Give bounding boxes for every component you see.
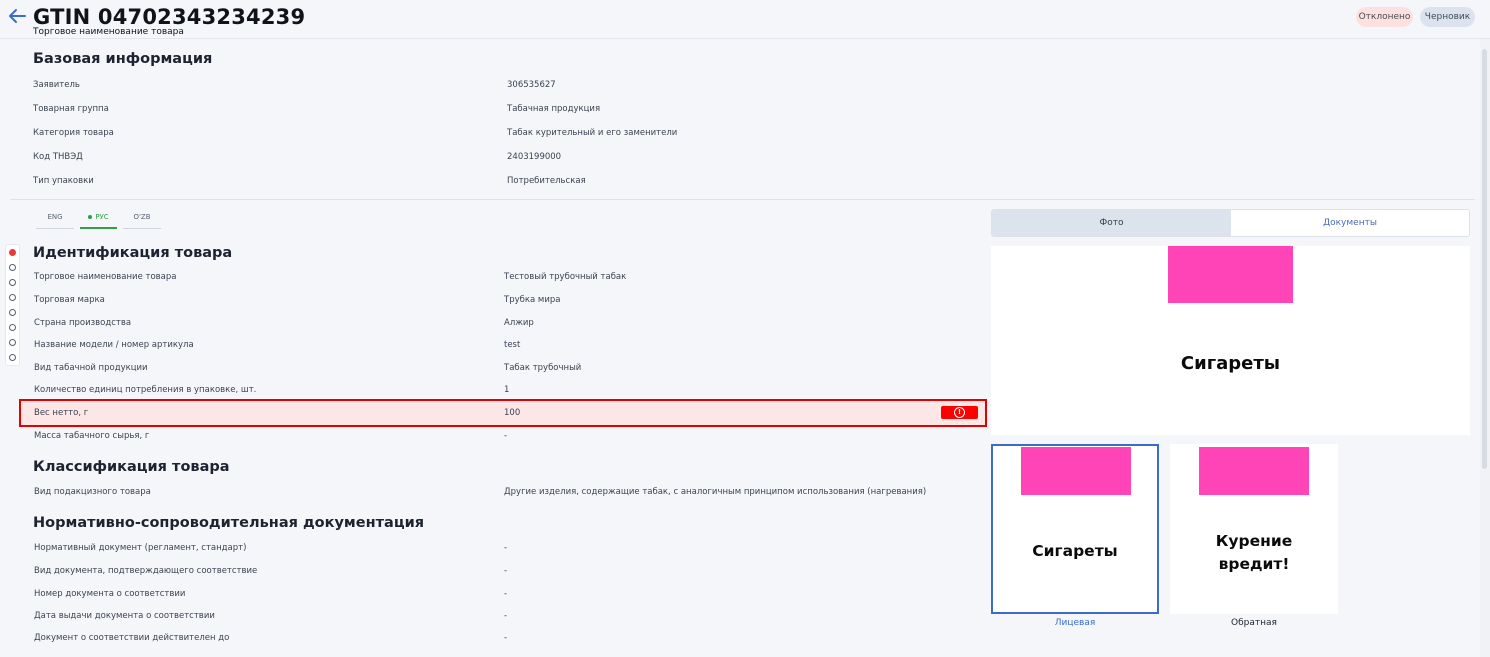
identification-label: Масса табачного сырья, г <box>34 431 150 441</box>
documentation-label: Вид документа, подтверждающего соответст… <box>34 566 258 576</box>
thumbnail-front-caption[interactable]: Лицевая <box>991 618 1159 628</box>
header-bar: GTIN 04702343234239 Торговое наименовани… <box>0 0 1490 39</box>
preview-pack-text: Сигареты <box>1180 353 1281 374</box>
page-title: GTIN 04702343234239 <box>33 5 306 29</box>
tab-lang-uzb[interactable]: O'ZB <box>123 209 161 229</box>
basic-info-title: Базовая информация <box>33 51 213 67</box>
identification-value: Трубка мира <box>504 295 561 305</box>
classification-label: Вид подакцизного товара <box>34 487 151 497</box>
arrow-left-icon[interactable] <box>6 5 28 27</box>
classification-value: Другие изделия, содержащие табак, с анал… <box>504 487 927 497</box>
basic-info-value: 2403199000 <box>507 152 562 162</box>
thumbnail-back-text: Курение вредит! <box>1215 532 1293 573</box>
section-divider <box>10 199 1475 200</box>
page-subtitle: Торговое наименование товара <box>33 27 184 37</box>
identification-value: Тестовый трубочный табак <box>504 272 627 282</box>
basic-info-value: Потребительская <box>507 176 586 186</box>
documentation-label: Нормативный документ (регламент, стандар… <box>34 543 247 553</box>
tab-lang-rus[interactable]: РУС <box>80 209 117 229</box>
step-dot-8[interactable] <box>9 354 16 361</box>
documentation-title: Нормативно-сопроводительная документация <box>33 515 425 531</box>
identification-value: - <box>504 431 508 441</box>
pack-pink-band <box>1168 246 1293 303</box>
documentation-label: Документ о соответствии действителен до <box>34 633 230 643</box>
page-scrollbar[interactable] <box>1480 39 1490 657</box>
photo-preview: Сигареты <box>991 246 1470 435</box>
scrollbar-thumb[interactable] <box>1482 49 1487 469</box>
identification-value: 1 <box>504 385 510 395</box>
tab-lang-rus-label: РУС <box>95 213 109 221</box>
basic-info-label: Товарная группа <box>33 104 109 114</box>
basic-info-label: Заявитель <box>33 80 80 90</box>
basic-info-value: Табачная продукция <box>507 104 601 114</box>
basic-info-label: Код ТНВЭД <box>33 152 83 162</box>
tab-documents[interactable]: Документы <box>1231 210 1469 236</box>
documentation-value: - <box>504 589 508 599</box>
pack-pink-band <box>1199 447 1309 495</box>
identification-label-error: Вес нетто, г <box>34 408 89 418</box>
error-row-net-weight <box>19 399 987 427</box>
documentation-value: - <box>504 543 508 553</box>
step-dot-2[interactable] <box>9 264 16 271</box>
error-indicator-button[interactable]: ! <box>941 406 978 419</box>
identification-value: test <box>504 340 521 350</box>
status-badge-draft: Черновик <box>1420 7 1475 27</box>
basic-info-value: 306535627 <box>507 80 556 90</box>
documentation-label: Номер документа о соответствии <box>34 589 186 599</box>
documentation-value: - <box>504 633 508 643</box>
identification-label: Количество единиц потребления в упаковке… <box>34 385 257 395</box>
step-dot-3[interactable] <box>9 279 16 286</box>
documentation-value: - <box>504 611 508 621</box>
thumbnail-front[interactable]: Сигареты <box>991 444 1159 614</box>
active-dot-icon <box>88 215 93 219</box>
identification-label: Торговая марка <box>34 295 105 305</box>
step-dot-4[interactable] <box>9 294 16 301</box>
identification-title: Идентификация товара <box>33 245 233 261</box>
step-dot-5[interactable] <box>9 309 16 316</box>
thumbnail-back[interactable]: Курение вредит! <box>1170 444 1338 614</box>
section-stepper <box>5 244 20 366</box>
status-badge-rejected: Отклонено <box>1356 7 1413 27</box>
documentation-value: - <box>504 566 508 576</box>
basic-info-label: Тип упаковки <box>33 176 94 186</box>
thumbnail-back-caption[interactable]: Обратная <box>1170 618 1338 628</box>
classification-title: Классификация товара <box>33 459 230 475</box>
identification-value-error: 100 <box>504 408 521 418</box>
identification-label: Название модели / номер артикула <box>34 340 194 350</box>
basic-info-value: Табак курительный и его заменители <box>507 128 678 138</box>
tab-lang-eng[interactable]: ENG <box>36 209 74 229</box>
identification-label: Вид табачной продукции <box>34 363 148 373</box>
step-dot-7[interactable] <box>9 339 16 346</box>
identification-label: Страна производства <box>34 318 132 328</box>
alert-icon: ! <box>954 407 965 418</box>
tab-photo[interactable]: Фото <box>992 210 1231 236</box>
basic-info-label: Категория товара <box>33 128 114 138</box>
thumbnail-front-text: Сигареты <box>1032 542 1118 560</box>
pack-pink-band <box>1021 447 1131 495</box>
media-tabs: Фото Документы <box>991 209 1470 237</box>
identification-value: Табак трубочный <box>504 363 582 373</box>
step-dot-6[interactable] <box>9 324 16 331</box>
identification-label: Торговое наименование товара <box>34 272 177 282</box>
step-dot-1[interactable] <box>9 249 16 256</box>
documentation-label: Дата выдачи документа о соответствии <box>34 611 215 621</box>
identification-value: Алжир <box>504 318 534 328</box>
